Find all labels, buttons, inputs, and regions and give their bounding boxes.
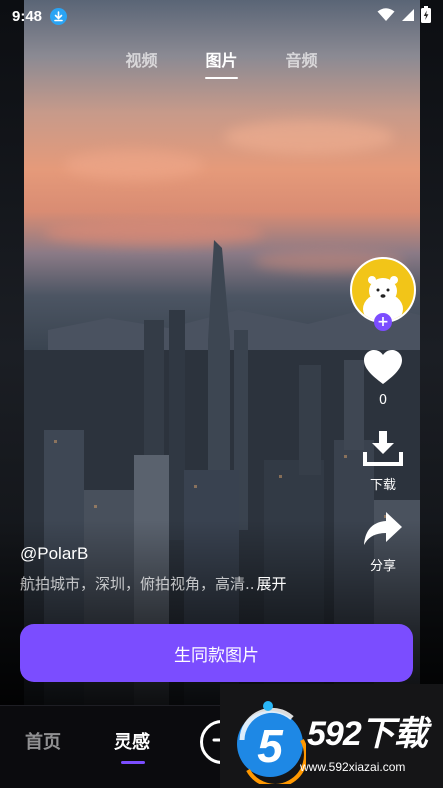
post-description: 航拍城市，深圳，俯拍视角，高清.. xyxy=(20,575,255,593)
signal-icon xyxy=(401,7,415,26)
nav-inspiration[interactable]: 灵感 xyxy=(114,728,150,754)
watermark-brand: 592下载 xyxy=(307,715,428,753)
heart-icon xyxy=(363,349,403,389)
like-count: 0 xyxy=(378,393,388,408)
share-button[interactable]: 分享 xyxy=(363,511,403,574)
status-time: 9:48 xyxy=(12,7,43,25)
action-rail: + 0 下载 分享 xyxy=(350,257,416,574)
tab-audio[interactable]: 音频 xyxy=(286,47,318,79)
share-arrow-icon xyxy=(363,511,403,551)
download-label: 下载 xyxy=(369,478,396,493)
watermark-url: www.592xiazai.com xyxy=(300,760,406,774)
tab-image[interactable]: 图片 xyxy=(205,47,238,79)
generate-same-image-button[interactable]: 生同款图片 xyxy=(20,624,413,682)
download-icon xyxy=(363,430,403,470)
watermark-logo-glyph: 5 xyxy=(257,720,284,772)
author-avatar-button[interactable]: + xyxy=(350,257,416,331)
share-label: 分享 xyxy=(369,559,396,574)
media-type-tabs: 视频 图片 音频 xyxy=(0,47,443,79)
tab-video[interactable]: 视频 xyxy=(125,47,157,79)
description-row: 航拍城市，深圳，俯拍视角，高清.. 展开 xyxy=(20,573,287,594)
nav-home[interactable]: 首页 xyxy=(25,728,61,754)
status-bar: 9:48 xyxy=(0,0,443,32)
expand-link[interactable]: 展开 xyxy=(257,573,287,594)
download-badge-icon xyxy=(50,7,68,25)
follow-plus-icon[interactable]: + xyxy=(374,313,392,331)
author-name[interactable]: @PolarB xyxy=(20,544,88,564)
like-button[interactable]: 0 xyxy=(363,349,403,408)
watermark-logo: 5 xyxy=(234,700,308,788)
nav-active-indicator xyxy=(121,761,145,764)
download-button[interactable]: 下载 xyxy=(363,430,403,493)
watermark: 5 592下载 www.592xiazai.com xyxy=(220,684,443,788)
wifi-icon xyxy=(377,7,395,26)
battery-charging-icon xyxy=(421,5,431,27)
